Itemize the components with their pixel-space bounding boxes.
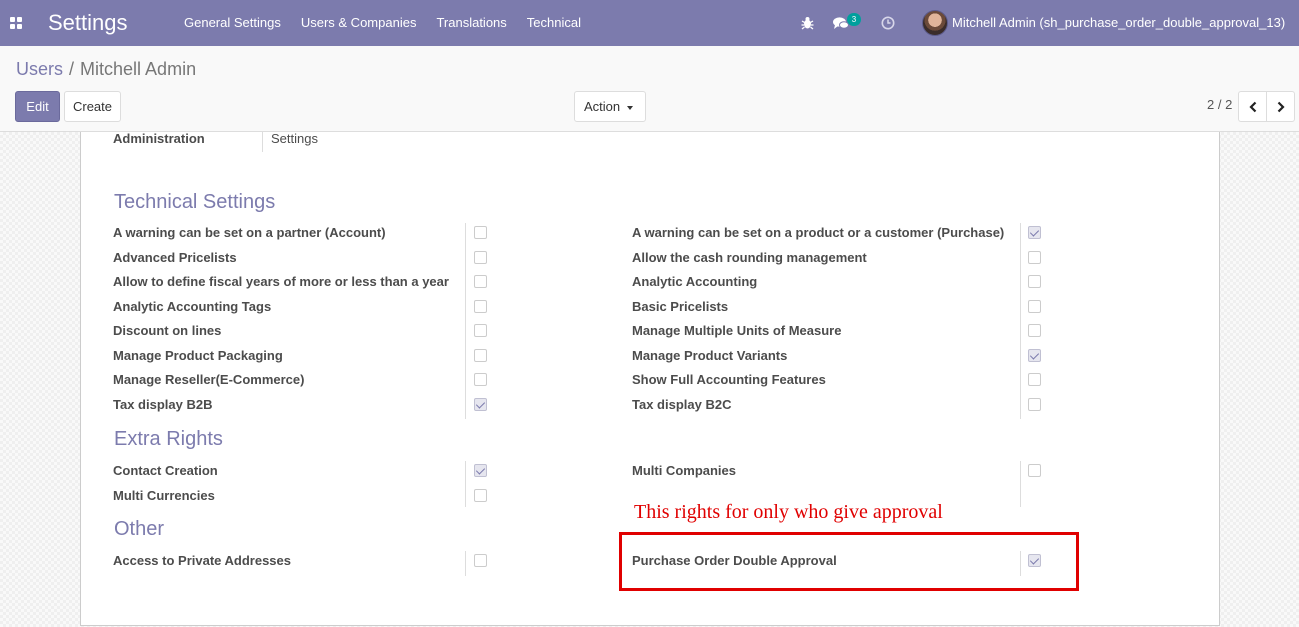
apps-grid-icon[interactable] <box>10 17 22 29</box>
access-right-checkbox[interactable] <box>1028 324 1041 337</box>
field-label: Allow to define fiscal years of more or … <box>113 274 449 289</box>
access-right-checkbox[interactable] <box>474 397 487 411</box>
app-title: Settings <box>48 10 128 35</box>
field-label: Analytic Accounting Tags <box>113 298 272 314</box>
field-label: Basic Pricelists <box>632 298 729 314</box>
clock-icon[interactable] <box>881 0 895 46</box>
field-separator <box>465 461 466 507</box>
field-separator <box>1020 461 1021 507</box>
field-separator <box>1020 223 1021 419</box>
field-label: Allow the cash rounding management <box>632 249 867 265</box>
user-avatar[interactable] <box>922 10 948 36</box>
access-right-checkbox[interactable] <box>474 226 487 239</box>
action-dropdown[interactable]: Action <box>574 91 646 122</box>
access-right-checkbox[interactable] <box>1028 348 1041 362</box>
menu-translations[interactable]: Translations <box>426 0 516 46</box>
chevron-right-icon <box>1277 101 1285 112</box>
administration-value[interactable]: Settings <box>271 131 318 146</box>
access-right-checkbox[interactable] <box>474 348 487 362</box>
section-extra-rights: Extra Rights <box>114 428 223 450</box>
field-separator <box>465 223 466 419</box>
action-label: Action <box>584 99 621 114</box>
chevron-left-icon <box>1248 101 1256 112</box>
caret-down-icon <box>627 105 634 110</box>
access-right-checkbox[interactable] <box>1028 250 1041 264</box>
section-technical-settings: Technical Settings <box>114 191 276 213</box>
pager-next-button[interactable] <box>1266 91 1295 122</box>
access-right-checkbox[interactable] <box>1028 275 1041 288</box>
field-label: Discount on lines <box>113 323 222 338</box>
breadcrumb-current: Mitchell Admin <box>80 59 197 79</box>
field-separator <box>465 551 466 576</box>
field-label: Advanced Pricelists <box>113 249 237 265</box>
access-right-checkbox[interactable] <box>474 324 487 337</box>
field-label: Analytic Accounting <box>632 274 758 289</box>
field-label: Multi Companies <box>632 463 737 478</box>
chat-badge: 3 <box>847 13 861 26</box>
user-menu[interactable]: Mitchell Admin (sh_purchase_order_double… <box>952 0 1285 46</box>
access-right-checkbox[interactable] <box>1028 397 1041 411</box>
access-right-checkbox[interactable] <box>474 488 487 502</box>
create-button[interactable]: Create <box>64 91 121 122</box>
bug-icon[interactable] <box>801 0 814 46</box>
access-right-checkbox[interactable] <box>474 373 487 386</box>
access-right-checkbox[interactable] <box>474 464 487 477</box>
pager-value: 2 / 2 <box>1207 97 1233 112</box>
breadcrumb: Users / Mitchell Admin <box>16 59 196 80</box>
section-other: Other <box>114 518 165 540</box>
field-label: Access to Private Addresses <box>113 553 292 568</box>
pager-previous-button[interactable] <box>1238 91 1267 122</box>
access-right-checkbox[interactable] <box>1028 373 1041 386</box>
annotation-text: This rights for only who give approval <box>634 501 943 523</box>
breadcrumb-users[interactable]: Users <box>16 59 63 79</box>
menu-general-settings[interactable]: General Settings <box>174 0 291 46</box>
top-navbar: Settings General Settings Users & Compan… <box>0 0 1299 46</box>
administration-label: Administration <box>113 131 205 146</box>
menu-technical[interactable]: Technical <box>517 0 591 46</box>
field-label: Manage Multiple Units of Measure <box>632 323 842 338</box>
field-label: Multi Currencies <box>113 487 215 503</box>
field-label: Tax display B2B <box>113 396 213 412</box>
access-right-checkbox[interactable] <box>1028 226 1041 239</box>
field-label: Tax display B2C <box>632 396 732 412</box>
field-label: Manage Reseller(E-Commerce) <box>113 372 305 387</box>
access-right-checkbox[interactable] <box>1028 299 1041 313</box>
field-label: Show Full Accounting Features <box>632 372 826 387</box>
access-right-checkbox[interactable] <box>474 275 487 288</box>
chat-icon[interactable] <box>833 0 849 46</box>
field-label: A warning can be set on a partner (Accou… <box>113 225 386 240</box>
edit-button[interactable]: Edit <box>15 91 60 122</box>
administration-separator <box>262 131 263 152</box>
field-label: Contact Creation <box>113 463 218 478</box>
main-menu: General Settings Users & Companies Trans… <box>174 0 591 46</box>
annotation-highlight-box <box>619 532 1079 591</box>
field-label: Manage Product Packaging <box>113 347 283 363</box>
access-right-checkbox[interactable] <box>1028 464 1041 477</box>
access-right-checkbox[interactable] <box>474 299 487 313</box>
field-label: A warning can be set on a product or a c… <box>632 225 1005 240</box>
access-right-checkbox[interactable] <box>474 554 487 567</box>
breadcrumb-separator: / <box>69 59 75 79</box>
field-label: Manage Product Variants <box>632 347 788 363</box>
access-right-checkbox[interactable] <box>474 250 487 264</box>
menu-users-companies[interactable]: Users & Companies <box>291 0 427 46</box>
